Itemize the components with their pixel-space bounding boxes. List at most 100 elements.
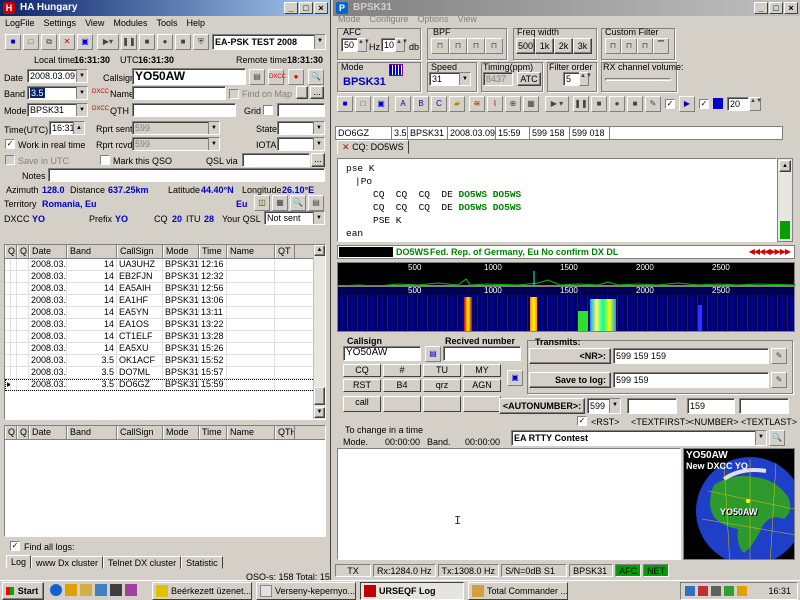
- autonumber-button[interactable]: <AUTONUMBER>:: [499, 398, 585, 414]
- close-button[interactable]: ×: [314, 2, 328, 14]
- ie-icon[interactable]: [50, 584, 62, 596]
- maximize-button[interactable]: □: [299, 2, 313, 14]
- calc-icon[interactable]: ▦: [523, 96, 539, 112]
- map-pick-button[interactable]: [296, 86, 308, 99]
- qsl-more-button[interactable]: ...: [311, 153, 325, 167]
- column-header-mode[interactable]: Mode: [163, 245, 199, 258]
- macro-button-empty-11[interactable]: [463, 396, 501, 412]
- column-header-qth[interactable]: QTH: [275, 426, 295, 439]
- date-field[interactable]: 2008.03.09. ▼: [27, 69, 88, 83]
- rx-tab-cq[interactable]: ✕ CQ: DO5WS: [337, 140, 409, 154]
- freq-width-3k[interactable]: 3k: [573, 38, 592, 54]
- find-all-logs-checkbox[interactable]: ✓: [10, 541, 20, 551]
- freq-width-2k[interactable]: 2k: [554, 38, 573, 54]
- left-menu-view[interactable]: View: [85, 16, 104, 30]
- column-header-mode[interactable]: Mode: [163, 426, 199, 439]
- save-log-button[interactable]: Save to log:: [529, 372, 611, 388]
- afc2-spin-icon[interactable]: ▲▼: [395, 38, 408, 52]
- band-select[interactable]: 3.5 ▼: [27, 86, 88, 100]
- tx-checkbox[interactable]: ✓: [665, 99, 675, 109]
- world-map[interactable]: YO50AW New DXCC YO YO50AW: [683, 448, 795, 560]
- notes-field[interactable]: [48, 168, 325, 182]
- minimize-button[interactable]: _: [284, 2, 298, 14]
- panel-callsign-field[interactable]: YO50AW: [343, 346, 421, 361]
- table-row[interactable]: 2008.03.014UA3UHZBPSK3112:16: [5, 259, 325, 271]
- document-icon[interactable]: ▤: [249, 69, 265, 85]
- tx-count-field[interactable]: 20: [727, 97, 749, 111]
- speed-select[interactable]: 31 ▼: [429, 72, 471, 86]
- tab-close-icon[interactable]: ✕: [342, 142, 350, 152]
- column-header-q-[interactable]: Q..: [17, 245, 29, 258]
- new-file-icon[interactable]: □: [355, 96, 371, 112]
- right-menu-mode[interactable]: Mode: [338, 12, 361, 26]
- play-icon[interactable]: ▶ ▾: [545, 96, 569, 112]
- mark-qso-checkbox[interactable]: [100, 155, 110, 165]
- rpt-sent-field[interactable]: 599 ▼: [132, 121, 220, 135]
- rx-volume-slider[interactable]: [605, 78, 671, 81]
- rst-checkbox[interactable]: ✓: [577, 416, 587, 426]
- column-header-time[interactable]: Time: [199, 245, 227, 258]
- stop2-icon[interactable]: ■: [627, 96, 643, 112]
- macro-b-icon[interactable]: B: [413, 96, 429, 112]
- pause-icon[interactable]: ❚❚: [573, 96, 589, 112]
- panel-callsign-icon[interactable]: ▤: [425, 346, 441, 362]
- table-row[interactable]: 2008.03.014CT1ELFBPSK3113:28: [5, 331, 325, 343]
- timing-field[interactable]: 8437: [483, 72, 513, 86]
- tab-telnet-dx-cluster[interactable]: Telnet DX cluster: [103, 556, 182, 569]
- chevron-down-icon[interactable]: ▼: [609, 399, 620, 413]
- bpf-filter-4-icon[interactable]: ⊓: [485, 38, 503, 54]
- scroll-down-icon[interactable]: ▼: [314, 407, 325, 418]
- find-icon[interactable]: 🔍: [290, 195, 306, 211]
- table-row[interactable]: 2008.03.03.5DO7MLBPSK3115:57: [5, 367, 325, 379]
- new-file-icon[interactable]: □: [23, 34, 39, 50]
- scroll-up-icon[interactable]: ▲: [314, 245, 325, 256]
- log-grid[interactable]: Q..Q..DateBandCallSignModeTimeNameQT 200…: [4, 244, 326, 420]
- outlook-icon[interactable]: [65, 584, 77, 596]
- table-row[interactable]: 2008.03.03.5OK1ACFBPSK3115:52: [5, 355, 325, 367]
- custom-filter-1-icon[interactable]: ⊓: [605, 38, 621, 54]
- table-row[interactable]: 2008.03.014EA1HFBPSK3113:06: [5, 295, 325, 307]
- save-log-edit-icon[interactable]: ✎: [771, 372, 787, 388]
- left-menu-modules[interactable]: Modules: [113, 16, 147, 30]
- wrench-icon[interactable]: ✎: [645, 96, 661, 112]
- chevron-down-icon[interactable]: ▼: [314, 35, 325, 49]
- mode-select[interactable]: BPSK31 ▼: [27, 103, 88, 117]
- macro-a-icon[interactable]: A: [395, 96, 411, 112]
- save-icon[interactable]: ■: [337, 96, 353, 112]
- pause-icon[interactable]: ❚❚: [121, 34, 137, 50]
- macro-button-cq[interactable]: CQ: [343, 364, 381, 377]
- spectrum-icon[interactable]: ⌇: [487, 96, 503, 112]
- column-header-date[interactable]: Date: [29, 245, 67, 258]
- waterfall-display[interactable]: 500 1000 1500 2000 2500: [337, 286, 795, 332]
- bpf-filter-3-icon[interactable]: ⊓: [467, 38, 485, 54]
- record-dot-icon[interactable]: ●: [288, 69, 304, 85]
- task-totalcmd[interactable]: Total Commander ...: [468, 582, 568, 600]
- macro-c-icon[interactable]: C: [431, 96, 447, 112]
- macro-button-tu[interactable]: TU: [423, 364, 461, 377]
- qsl-via-field[interactable]: [242, 153, 310, 167]
- bpf-filter-2-icon[interactable]: ⊓: [449, 38, 467, 54]
- callsign-field[interactable]: YO50AW: [132, 68, 246, 85]
- nr-edit-icon[interactable]: ✎: [771, 348, 787, 364]
- autonumber-select[interactable]: 599 ▼: [587, 398, 621, 414]
- delete-icon[interactable]: ✕: [59, 34, 75, 50]
- afc-spin-icon[interactable]: ▲▼: [357, 38, 370, 52]
- received-number-field[interactable]: [443, 346, 521, 361]
- column-header-band[interactable]: Band: [67, 426, 117, 439]
- magnifier-icon[interactable]: 🔍: [308, 69, 324, 85]
- chevron-down-icon[interactable]: ▼: [76, 87, 87, 99]
- tx-play-icon[interactable]: ▶: [679, 96, 695, 112]
- table-row[interactable]: 2008.03.014EA1OSBPSK3113:22: [5, 319, 325, 331]
- macro-button-agn[interactable]: AGN: [463, 379, 501, 392]
- custom-filter-4-icon[interactable]: ▔: [653, 38, 669, 54]
- tx-checkbox-2[interactable]: ✓: [699, 99, 709, 109]
- left-menu-settings[interactable]: Settings: [44, 16, 77, 30]
- explorer-icon[interactable]: [80, 584, 92, 596]
- contest-select[interactable]: EA-PSK TEST 2008 ▼: [212, 34, 326, 50]
- qth-field[interactable]: [132, 103, 236, 117]
- chevron-down-icon[interactable]: ▼: [313, 138, 324, 150]
- rx-scrollbar[interactable]: ▲: [777, 158, 793, 242]
- macro-button-empty-10[interactable]: [423, 396, 461, 412]
- task-mail[interactable]: Beérkezett üzenet...: [152, 582, 252, 600]
- grid-field[interactable]: [277, 103, 325, 117]
